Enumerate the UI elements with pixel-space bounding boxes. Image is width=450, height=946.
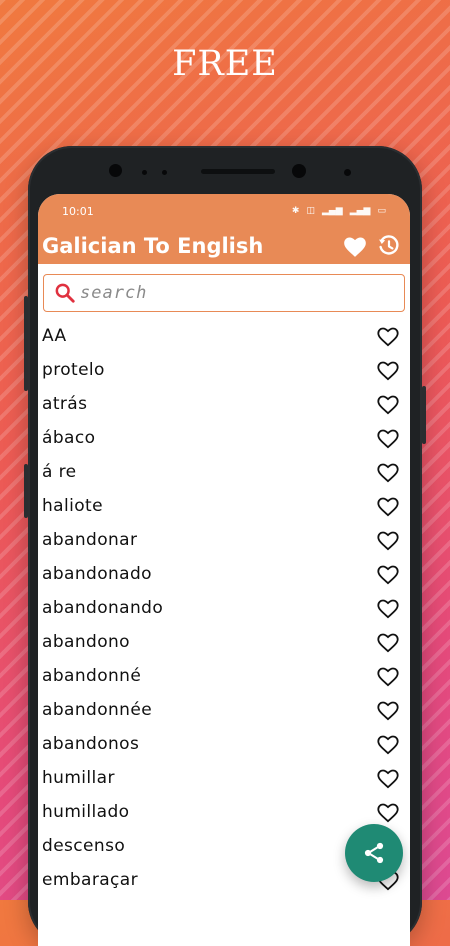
app-title: Galician To English (42, 234, 264, 258)
word-list-item[interactable]: ábaco (38, 421, 410, 455)
heart-outline-icon (377, 667, 399, 687)
favorite-toggle-button[interactable] (375, 323, 401, 349)
side-button (422, 386, 426, 444)
search-icon (55, 283, 75, 303)
promo-title: FREE (172, 44, 278, 84)
word-text: abandonando (42, 598, 164, 618)
word-list-item[interactable]: humillado (38, 795, 410, 829)
favorite-toggle-button[interactable] (375, 561, 401, 587)
word-list-item[interactable]: AA (38, 319, 410, 353)
heart-outline-icon (377, 361, 399, 381)
front-camera (292, 164, 306, 178)
word-list-item[interactable]: humillar (38, 761, 410, 795)
favorite-toggle-button[interactable] (375, 629, 401, 655)
battery-icon: ▭ (377, 206, 386, 216)
share-icon (364, 842, 384, 864)
favorite-toggle-button[interactable] (375, 697, 401, 723)
heart-outline-icon (377, 463, 399, 483)
heart-outline-icon (377, 395, 399, 415)
word-text: descenso (42, 836, 126, 856)
heart-filled-icon (344, 237, 366, 257)
word-text: á re (42, 462, 77, 482)
favorite-toggle-button[interactable] (375, 731, 401, 757)
word-text: haliote (42, 496, 103, 516)
heart-outline-icon (377, 327, 399, 347)
word-list-item[interactable]: haliote (38, 489, 410, 523)
word-list-item[interactable]: abandonnée (38, 693, 410, 727)
favorite-toggle-button[interactable] (375, 391, 401, 417)
search-box[interactable] (43, 274, 405, 312)
word-list: AA protelo atrás ábaco á re haliote abandonar a… (38, 319, 410, 897)
heart-outline-icon (377, 769, 399, 789)
heart-outline-icon (377, 735, 399, 755)
app-screen: 10:01 ✱ ◫ ▂▄▆ ▂▄▆ ▭ Galician To English (38, 194, 410, 946)
word-text: abandonnée (42, 700, 153, 720)
word-text: AA (42, 326, 67, 346)
status-bar: 10:01 ✱ ◫ ▂▄▆ ▂▄▆ ▭ (38, 194, 410, 228)
word-list-item[interactable]: abandonado (38, 557, 410, 591)
heart-outline-icon (377, 429, 399, 449)
side-button (24, 464, 28, 518)
share-fab[interactable] (345, 824, 403, 882)
favorite-toggle-button[interactable] (375, 595, 401, 621)
favorite-toggle-button[interactable] (375, 425, 401, 451)
sensor (142, 170, 147, 175)
vibrate-icon: ◫ (306, 206, 315, 216)
status-time: 10:01 (62, 204, 94, 218)
word-text: abandonado (42, 564, 152, 584)
favorite-toggle-button[interactable] (375, 663, 401, 689)
search-input[interactable] (80, 283, 380, 303)
word-text: atrás (42, 394, 88, 414)
search-container (38, 264, 410, 312)
word-list-item[interactable]: atrás (38, 387, 410, 421)
word-list-item[interactable]: abandonos (38, 727, 410, 761)
word-text: abandonné (42, 666, 142, 686)
side-button (24, 296, 28, 391)
word-text: abandonar (42, 530, 138, 550)
favorite-toggle-button[interactable] (375, 357, 401, 383)
word-text: embaraçar (42, 870, 138, 890)
heart-outline-icon (377, 633, 399, 653)
front-camera (109, 164, 122, 177)
favorites-button[interactable] (338, 229, 372, 263)
word-list-item[interactable]: abandonar (38, 523, 410, 557)
favorite-toggle-button[interactable] (375, 493, 401, 519)
sensor (162, 170, 167, 175)
signal-icon: ▂▄▆ (349, 206, 371, 216)
history-icon (379, 235, 399, 255)
heart-outline-icon (377, 803, 399, 823)
word-text: abandono (42, 632, 130, 652)
word-list-item[interactable]: protelo (38, 353, 410, 387)
earpiece-speaker (201, 169, 275, 174)
heart-outline-icon (377, 701, 399, 721)
app-header: Galician To English (38, 228, 410, 264)
word-text: abandonos (42, 734, 140, 754)
word-list-item[interactable]: abandonando (38, 591, 410, 625)
favorite-toggle-button[interactable] (375, 799, 401, 825)
word-text: humillado (42, 802, 130, 822)
word-list-item[interactable]: abandonné (38, 659, 410, 693)
word-list-item[interactable]: á re (38, 455, 410, 489)
heart-outline-icon (377, 565, 399, 585)
favorite-toggle-button[interactable] (375, 527, 401, 553)
word-list-item[interactable]: abandono (38, 625, 410, 659)
sensor (344, 169, 351, 176)
bluetooth-icon: ✱ (291, 206, 300, 216)
word-text: protelo (42, 360, 105, 380)
heart-outline-icon (377, 599, 399, 619)
favorite-toggle-button[interactable] (375, 765, 401, 791)
favorite-toggle-button[interactable] (375, 459, 401, 485)
status-icons: ✱ ◫ ▂▄▆ ▂▄▆ ▭ (292, 206, 386, 216)
heart-outline-icon (377, 497, 399, 517)
signal-icon: ▂▄▆ (321, 206, 343, 216)
history-button[interactable] (372, 229, 406, 263)
word-text: humillar (42, 768, 115, 788)
heart-outline-icon (377, 531, 399, 551)
phone-frame: 10:01 ✱ ◫ ▂▄▆ ▂▄▆ ▭ Galician To English (24, 146, 426, 946)
word-text: ábaco (42, 428, 96, 448)
